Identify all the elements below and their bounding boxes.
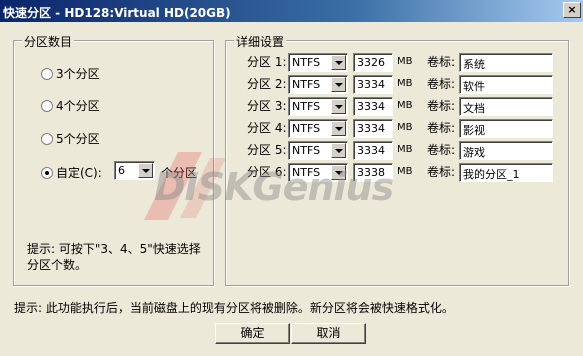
volume-label: 卷标: bbox=[427, 99, 456, 113]
volume-label: 卷标: bbox=[427, 165, 456, 179]
chevron-down-icon[interactable] bbox=[331, 165, 346, 180]
unit-label: MB bbox=[397, 78, 413, 89]
chevron-down-icon[interactable] bbox=[331, 121, 346, 136]
close-button[interactable]: × bbox=[563, 2, 581, 18]
close-icon: × bbox=[567, 3, 577, 16]
radio-label: 自定(C): bbox=[56, 166, 102, 180]
partition-label: 分区 6: bbox=[247, 165, 287, 179]
radio-label: 5个分区 bbox=[56, 132, 100, 146]
partition-label: 分区 5: bbox=[247, 143, 287, 157]
fs-select-1[interactable]: NTFS bbox=[288, 53, 348, 72]
volume-input-4[interactable]: 影视 bbox=[459, 119, 553, 138]
unit-label: MB bbox=[397, 122, 413, 133]
fs-value: NTFS bbox=[292, 144, 321, 157]
size-input-1[interactable]: 3326 bbox=[353, 53, 393, 72]
title-bar: 快速分区 - HD128:Virtual HD(20GB) × bbox=[0, 0, 583, 22]
radio-custom[interactable]: 自定(C): bbox=[41, 164, 102, 181]
chevron-down-icon[interactable] bbox=[331, 55, 346, 70]
chevron-down-icon[interactable] bbox=[331, 77, 346, 92]
unit-label: MB bbox=[397, 100, 413, 111]
count-hint-line1: 提示: 可按下"3、4、5"快速选择 bbox=[27, 242, 201, 256]
radio-label: 3个分区 bbox=[56, 67, 100, 81]
chevron-down-icon[interactable] bbox=[331, 99, 346, 114]
fs-value: NTFS bbox=[292, 166, 321, 179]
fs-value: NTFS bbox=[292, 122, 321, 135]
volume-input-1[interactable]: 系统 bbox=[459, 53, 553, 72]
unit-label: MB bbox=[397, 144, 413, 155]
size-input-2[interactable]: 3334 bbox=[353, 75, 393, 94]
volume-label: 卷标: bbox=[427, 77, 456, 91]
radio-icon bbox=[41, 132, 53, 145]
volume-input-2[interactable]: 软件 bbox=[459, 75, 553, 94]
partition-label: 分区 3: bbox=[247, 99, 287, 113]
custom-count-select[interactable]: 6 bbox=[114, 161, 155, 180]
fs-value: NTFS bbox=[292, 100, 321, 113]
ok-button[interactable]: 确定 bbox=[215, 323, 290, 344]
size-input-6[interactable]: 3338 bbox=[353, 163, 393, 182]
partition-label: 分区 1: bbox=[247, 55, 287, 69]
size-input-4[interactable]: 3334 bbox=[353, 119, 393, 138]
volume-label: 卷标: bbox=[427, 143, 456, 157]
radio-checked-icon bbox=[41, 166, 53, 179]
size-input-3[interactable]: 3334 bbox=[353, 97, 393, 116]
fs-select-2[interactable]: NTFS bbox=[288, 75, 348, 94]
radio-label: 4个分区 bbox=[56, 99, 100, 113]
volume-input-5[interactable]: 游戏 bbox=[459, 141, 553, 160]
volume-input-3[interactable]: 文档 bbox=[459, 97, 553, 116]
volume-label: 卷标: bbox=[427, 121, 456, 135]
fs-select-3[interactable]: NTFS bbox=[288, 97, 348, 116]
unit-label: MB bbox=[397, 56, 413, 67]
unit-label: MB bbox=[397, 166, 413, 177]
detail-settings-title: 详细设置 bbox=[234, 33, 287, 50]
custom-count-suffix: 个分区 bbox=[161, 166, 198, 180]
chevron-down-icon[interactable] bbox=[331, 143, 346, 158]
fs-value: NTFS bbox=[292, 78, 321, 91]
volume-input-6[interactable]: 我的分区_1 bbox=[459, 163, 553, 182]
fs-select-6[interactable]: NTFS bbox=[288, 163, 348, 182]
window-title: 快速分区 - HD128:Virtual HD(20GB) bbox=[3, 6, 231, 20]
radio-5-partitions[interactable]: 5个分区 bbox=[41, 130, 100, 147]
fs-value: NTFS bbox=[292, 56, 321, 69]
cancel-button[interactable]: 取消 bbox=[291, 323, 366, 344]
fs-select-5[interactable]: NTFS bbox=[288, 141, 348, 160]
footer-warning: 提示: 此功能执行后，当前磁盘上的现有分区将被删除。新分区将会被快速格式化。 bbox=[14, 301, 454, 315]
fs-select-4[interactable]: NTFS bbox=[288, 119, 348, 138]
partition-label: 分区 2: bbox=[247, 77, 287, 91]
partition-label: 分区 4: bbox=[247, 121, 287, 135]
radio-icon bbox=[41, 67, 53, 80]
chevron-down-icon[interactable] bbox=[138, 163, 153, 178]
size-input-5[interactable]: 3334 bbox=[353, 141, 393, 160]
count-hint-line2: 分区个数。 bbox=[27, 258, 88, 272]
custom-count-value: 6 bbox=[118, 164, 125, 177]
radio-icon bbox=[41, 99, 53, 112]
radio-4-partitions[interactable]: 4个分区 bbox=[41, 97, 100, 114]
volume-label: 卷标: bbox=[427, 55, 456, 69]
partition-count-title: 分区数目 bbox=[22, 33, 75, 50]
radio-3-partitions[interactable]: 3个分区 bbox=[41, 65, 100, 82]
